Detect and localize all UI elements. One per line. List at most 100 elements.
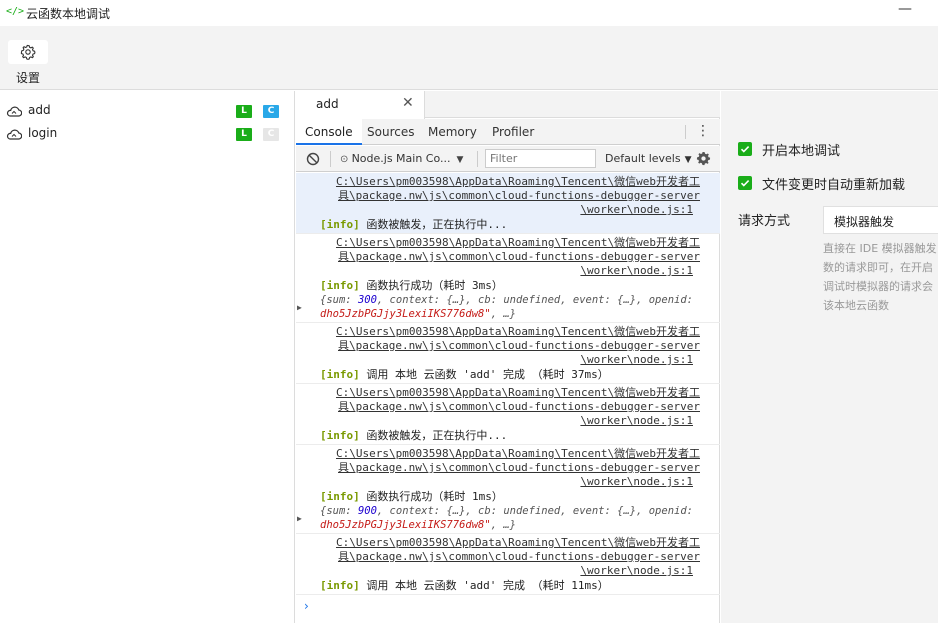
file-tab-bar: add ✕ — [296, 91, 720, 119]
request-method-select[interactable]: 模拟器触发 — [823, 206, 938, 234]
tab-sources[interactable]: Sources — [358, 119, 423, 145]
sum-value: 900 — [357, 505, 377, 517]
node-context-icon: ⊙ — [340, 154, 352, 165]
expand-triangle-icon[interactable]: ▶ — [297, 301, 302, 315]
object-preview[interactable]: ▶ {sum: 300, context: {…}, cb: undefined… — [297, 293, 720, 321]
local-badge[interactable]: L — [236, 128, 252, 141]
openid-value: dho5JzbPGJjy3LexiIKS776dw8" — [320, 308, 491, 320]
toolbar: 设置 — [0, 26, 938, 90]
filter-input[interactable] — [485, 149, 596, 168]
local-badge[interactable]: L — [236, 105, 252, 118]
console-entry: C:\Users\pm003598\AppData\Roaming\Tencen… — [296, 534, 720, 595]
description-line: 该本地云函数 — [823, 299, 889, 312]
description-line: 数的请求即可，在开启 — [823, 261, 933, 274]
function-name: add — [28, 103, 51, 117]
close-icon[interactable]: ✕ — [402, 96, 414, 110]
divider — [477, 151, 478, 167]
log-text: 调用 本地 云函数 'add' 完成 （耗时 37ms） — [359, 368, 609, 381]
context-label: Node.js Main Co... — [351, 152, 451, 165]
divider — [685, 125, 686, 139]
log-message: [info] 函数执行成功（耗时 3ms） — [320, 278, 720, 293]
console-entry: C:\Users\pm003598\AppData\Roaming\Tencen… — [296, 384, 720, 445]
checkmark-icon — [740, 180, 750, 187]
code-bracket-icon: </> — [6, 6, 25, 17]
log-tag: [info] — [320, 429, 360, 442]
tab-console[interactable]: Console — [296, 119, 362, 145]
source-link[interactable]: 具\package.nw\js\common\cloud-functions-d… — [320, 461, 720, 475]
console-output: C:\Users\pm003598\AppData\Roaming\Tencen… — [296, 173, 720, 623]
source-link[interactable]: \worker\node.js:1 — [320, 564, 720, 578]
cloud-badge[interactable]: C — [263, 105, 279, 118]
function-item-login[interactable]: login L C — [0, 123, 294, 146]
console-entry: C:\Users\pm003598\AppData\Roaming\Tencen… — [296, 445, 720, 534]
object-prefix: {sum: — [320, 294, 358, 306]
request-method-description: 直接在 IDE 模拟器触发 数的请求即可，在开启 调试时模拟器的请求会 该本地云… — [823, 239, 938, 315]
source-link[interactable]: \worker\node.js:1 — [320, 475, 720, 489]
source-link[interactable]: C:\Users\pm003598\AppData\Roaming\Tencen… — [320, 175, 720, 189]
log-text: 函数被触发，正在执行中... — [359, 429, 508, 442]
log-message: [info] 调用 本地 云函数 'add' 完成 （耗时 37ms） — [320, 367, 720, 382]
source-link[interactable]: \worker\node.js:1 — [320, 353, 720, 367]
title-bar: </> 云函数本地调试 — — [0, 0, 938, 26]
object-preview[interactable]: ▶ {sum: 900, context: {…}, cb: undefined… — [297, 504, 720, 532]
source-link[interactable]: 具\package.nw\js\common\cloud-functions-d… — [320, 400, 720, 414]
divider — [330, 151, 331, 167]
console-entry: C:\Users\pm003598\AppData\Roaming\Tencen… — [296, 323, 720, 384]
minimize-button[interactable]: — — [898, 2, 912, 20]
log-tag: [info] — [320, 579, 360, 592]
source-link[interactable]: \worker\node.js:1 — [320, 414, 720, 428]
enable-local-debug-label[interactable]: 开启本地调试 — [762, 140, 840, 159]
source-link[interactable]: C:\Users\pm003598\AppData\Roaming\Tencen… — [320, 236, 720, 250]
source-link[interactable]: C:\Users\pm003598\AppData\Roaming\Tencen… — [320, 447, 720, 461]
dropdown-arrow-icon: ▼ — [684, 155, 692, 165]
log-text: 函数被触发，正在执行中... — [359, 218, 508, 231]
log-levels-dropdown[interactable]: Default levels ▼ — [605, 152, 692, 165]
enable-local-debug-checkbox[interactable] — [738, 142, 752, 156]
source-link[interactable]: C:\Users\pm003598\AppData\Roaming\Tencen… — [320, 386, 720, 400]
function-item-add[interactable]: add L C — [0, 100, 294, 123]
tab-memory[interactable]: Memory — [419, 119, 486, 145]
auto-reload-checkbox[interactable] — [738, 176, 752, 190]
checkmark-icon — [740, 146, 750, 153]
object-suffix: , …} — [490, 308, 516, 320]
console-prompt[interactable]: › — [304, 599, 309, 613]
object-prefix: {sum: — [320, 505, 358, 517]
log-text: 调用 本地 云函数 'add' 完成 （耗时 11ms） — [359, 579, 609, 592]
source-link[interactable]: C:\Users\pm003598\AppData\Roaming\Tencen… — [320, 325, 720, 339]
function-list: add L C login L C — [0, 91, 295, 623]
more-options-icon[interactable]: ⋮ — [696, 121, 710, 141]
sum-value: 300 — [357, 294, 377, 306]
object-fields: , context: {…}, cb: undefined, event: {…… — [376, 505, 693, 517]
source-link[interactable]: 具\package.nw\js\common\cloud-functions-d… — [320, 550, 720, 564]
source-link[interactable]: 具\package.nw\js\common\cloud-functions-d… — [320, 189, 720, 203]
expand-triangle-icon[interactable]: ▶ — [297, 512, 302, 526]
openid-value: dho5JzbPGJjy3LexiIKS776dw8" — [320, 519, 491, 531]
source-link[interactable]: 具\package.nw\js\common\cloud-functions-d… — [320, 339, 720, 353]
context-selector[interactable]: ⊙ Node.js Main Co... ▼ — [340, 152, 463, 165]
auto-reload-label[interactable]: 文件变更时自动重新加载 — [762, 174, 905, 193]
tab-label: add — [316, 97, 339, 111]
source-link[interactable]: 具\package.nw\js\common\cloud-functions-d… — [320, 250, 720, 264]
console-entry: C:\Users\pm003598\AppData\Roaming\Tencen… — [296, 173, 720, 234]
log-message: [info] 函数执行成功（耗时 1ms） — [320, 489, 720, 504]
gear-icon — [20, 44, 36, 60]
clear-console-icon[interactable] — [306, 152, 320, 166]
object-fields: , context: {…}, cb: undefined, event: {…… — [376, 294, 693, 306]
log-tag: [info] — [320, 279, 360, 292]
settings-label: 设置 — [15, 71, 40, 85]
log-tag: [info] — [320, 218, 360, 231]
source-link[interactable]: C:\Users\pm003598\AppData\Roaming\Tencen… — [320, 536, 720, 550]
source-link[interactable]: \worker\node.js:1 — [320, 264, 720, 278]
source-link[interactable]: \worker\node.js:1 — [320, 203, 720, 217]
dropdown-arrow-icon: ▼ — [456, 155, 464, 165]
log-message: [info] 调用 本地 云函数 'add' 完成 （耗时 11ms） — [320, 578, 720, 593]
log-text: 函数执行成功（耗时 3ms） — [359, 279, 503, 292]
console-settings-icon[interactable] — [696, 151, 711, 166]
settings-button[interactable]: 设置 — [8, 40, 48, 86]
levels-label: Default levels — [605, 152, 681, 165]
console-toolbar: ⊙ Node.js Main Co...▼ Default levels▼ — [296, 146, 720, 172]
settings-icon-box — [8, 40, 48, 64]
tab-add[interactable]: add ✕ — [296, 91, 425, 119]
tab-profiler[interactable]: Profiler — [483, 119, 543, 145]
log-message: [info] 函数被触发，正在执行中... — [320, 428, 720, 443]
